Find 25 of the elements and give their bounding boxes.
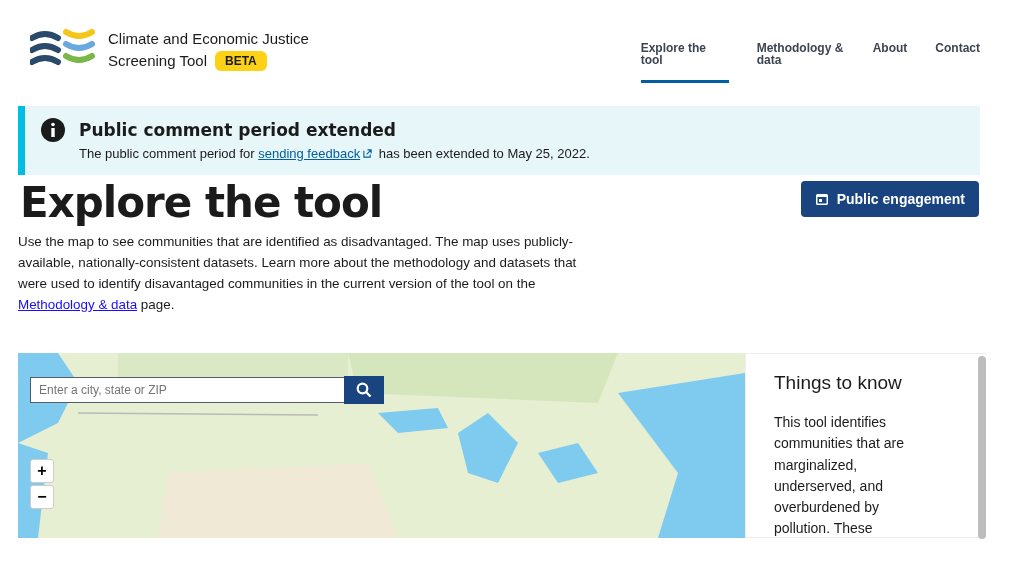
methodology-link[interactable]: Methodology & data: [18, 297, 138, 312]
nav-link[interactable]: Contact: [935, 42, 980, 83]
alert-heading: Public comment period extended: [79, 119, 398, 142]
public-engagement-button[interactable]: Public engagement: [800, 181, 979, 217]
panel-text: This tool identifies communities that are marginalized, underserved, and overburdened by pollution. These: [774, 413, 905, 539]
search-field[interactable]: Enter a city, state or ZIP: [30, 377, 344, 403]
calendar-icon: [814, 192, 829, 206]
feedback-link[interactable]: sending feedback: [258, 146, 376, 161]
external-link-icon: [363, 149, 373, 158]
page-title: Explore the tool: [20, 179, 383, 227]
search-button[interactable]: [344, 376, 384, 404]
zoom-in-button[interactable]: +: [30, 459, 54, 483]
zoom-out-button[interactable]: −: [30, 485, 54, 509]
alert-text: The public comment period for sending feedback has been extended to May 25, 2022.: [79, 146, 590, 161]
intro-paragraph: Use the map to see communities that are identified as disadvantaged. The map uses publicly-available, nationally-consistent datasets. Learn more about the methodology and datasets that were used to identify disavantaged communities in the current version of the tool on the Methodology & data page.: [18, 233, 578, 314]
nav-link[interactable]: Methodology & data: [756, 42, 845, 83]
nav-link[interactable]: Explore the tool: [640, 42, 729, 83]
site-title: Climate and Economic Justice: [108, 29, 309, 49]
beta-badge: BETA: [214, 51, 267, 71]
scrollbar[interactable]: [978, 356, 986, 539]
nav-link[interactable]: About: [872, 42, 908, 83]
site-title: Screening Tool: [108, 51, 207, 71]
panel-heading: Things to know: [774, 371, 903, 395]
search-icon: [356, 382, 372, 398]
info-icon: [41, 118, 65, 142]
